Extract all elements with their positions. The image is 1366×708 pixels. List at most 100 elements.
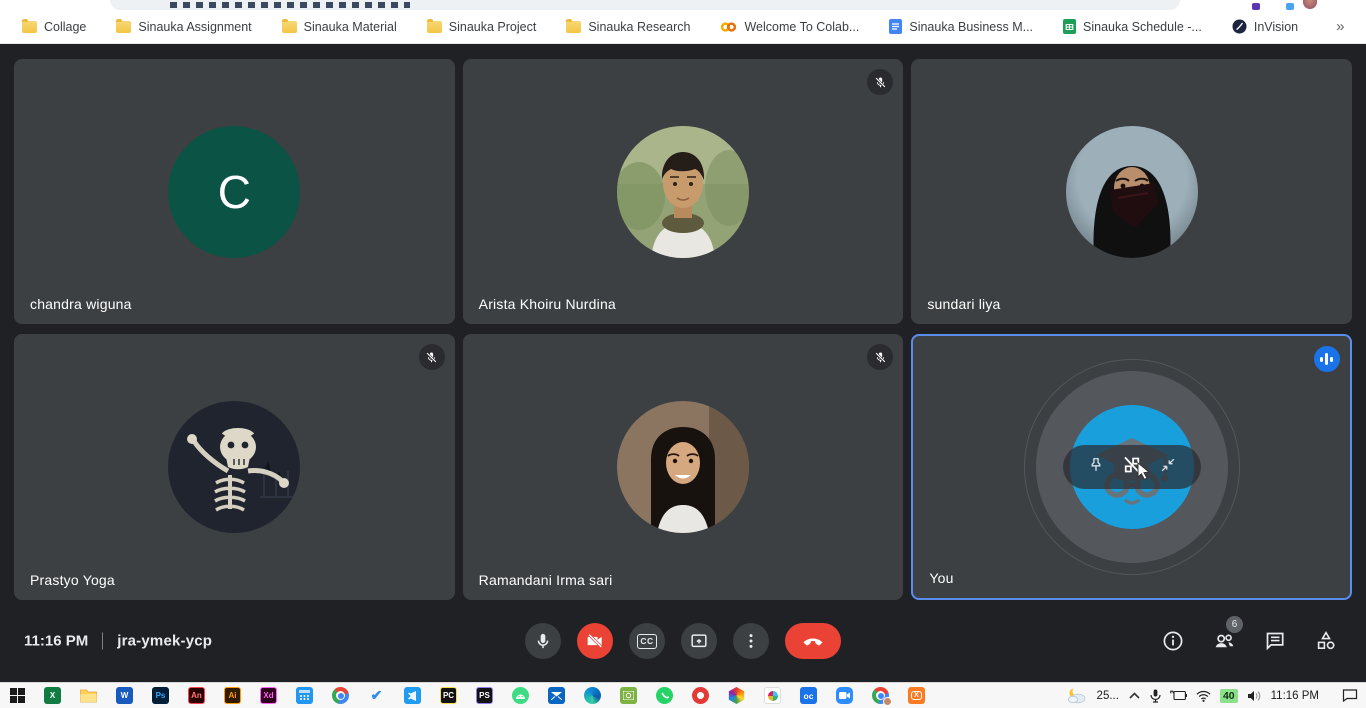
system-tray: 25... 40 11:16 PM xyxy=(1066,687,1362,704)
participant-name: Ramandani Irma sari xyxy=(479,572,613,588)
phpstorm-icon[interactable]: PS xyxy=(476,687,493,704)
bookmark-label: Sinauka Research xyxy=(588,20,690,34)
folder-icon xyxy=(427,21,442,33)
owncloud-icon[interactable]: oc xyxy=(800,687,817,704)
bookmark-sinauka-assignment[interactable]: Sinauka Assignment xyxy=(116,20,251,34)
participant-name: chandra wiguna xyxy=(30,296,132,312)
camera-off-button[interactable] xyxy=(577,623,613,659)
meet-panel-buttons: 6 xyxy=(1161,629,1338,653)
invision-icon xyxy=(1232,19,1247,34)
camtasia-icon[interactable] xyxy=(692,687,709,704)
avatar-photo xyxy=(168,401,300,533)
address-bar[interactable] xyxy=(110,0,1180,10)
tile-hover-actions xyxy=(1063,445,1201,489)
file-explorer-icon[interactable] xyxy=(80,687,97,704)
pin-tile-button[interactable] xyxy=(1086,455,1106,480)
extension-icon[interactable] xyxy=(1252,3,1260,10)
edge-icon[interactable] xyxy=(584,687,601,704)
bookmark-label: Sinauka Material xyxy=(304,20,397,34)
end-call-button[interactable] xyxy=(785,623,841,659)
taskbar-clock[interactable]: 11:16 PM xyxy=(1271,690,1319,702)
mic-muted-badge xyxy=(867,344,893,370)
mail-icon[interactable] xyxy=(548,687,565,704)
more-options-button[interactable] xyxy=(733,623,769,659)
meet-app: C chandra wiguna xyxy=(0,44,1366,682)
android-emulator-icon[interactable] xyxy=(512,687,529,704)
mic-button[interactable] xyxy=(525,623,561,659)
vscode-icon[interactable] xyxy=(404,687,421,704)
avatar-photo xyxy=(617,126,749,258)
meeting-details-button[interactable] xyxy=(1161,629,1185,653)
action-center-icon[interactable] xyxy=(1342,689,1358,702)
bookmark-sinauka-material[interactable]: Sinauka Material xyxy=(282,20,397,34)
folder-icon xyxy=(282,21,297,33)
participants-count-badge: 6 xyxy=(1226,616,1243,633)
captions-button[interactable]: CC xyxy=(629,623,665,659)
participant-name: sundari liya xyxy=(927,296,1000,312)
video-tile-you[interactable]: You xyxy=(911,334,1352,600)
bookmark-welcome-to-colab[interactable]: Welcome To Colab... xyxy=(720,20,859,34)
bookmarks-overflow-chevron[interactable]: » xyxy=(1336,18,1344,35)
chat-button[interactable] xyxy=(1263,629,1287,653)
mic-muted-badge xyxy=(419,344,445,370)
video-tile-prastyo[interactable]: Prastyo Yoga xyxy=(14,334,455,600)
folder-icon xyxy=(22,21,37,33)
weather-icon[interactable] xyxy=(1066,687,1088,704)
present-button[interactable] xyxy=(681,623,717,659)
bookmark-label: Collage xyxy=(44,20,86,34)
tray-expand-chevron-icon[interactable] xyxy=(1128,691,1141,700)
video-tile-chandra[interactable]: C chandra wiguna xyxy=(14,59,455,324)
adobe-xd-icon[interactable]: Xd xyxy=(260,687,277,704)
video-tile-ramandani[interactable]: Ramandani Irma sari xyxy=(463,334,904,600)
video-tile-arista[interactable]: Arista Khoiru Nurdina xyxy=(463,59,904,324)
tray-microphone-icon[interactable] xyxy=(1150,689,1161,703)
audio-active-badge xyxy=(1314,346,1340,372)
bookmark-label: InVision xyxy=(1254,20,1298,34)
excel-icon[interactable]: X xyxy=(44,687,61,704)
mic-muted-badge xyxy=(867,69,893,95)
slack-icon[interactable] xyxy=(764,687,781,704)
bookmark-collage[interactable]: Collage xyxy=(22,20,86,34)
avatar-letter: C xyxy=(218,165,251,219)
browser-profile-avatar[interactable] xyxy=(1303,0,1317,9)
meeting-time: 11:16 PM xyxy=(24,633,88,650)
extension-icon-2[interactable] xyxy=(1286,3,1294,10)
check-app-icon[interactable]: ✔ xyxy=(368,687,385,704)
video-tile-sundari[interactable]: sundari liya xyxy=(911,59,1352,324)
participant-name: Prastyo Yoga xyxy=(30,572,115,588)
word-icon[interactable]: W xyxy=(116,687,133,704)
hexagon-app-icon[interactable] xyxy=(728,687,745,704)
participants-button[interactable]: 6 xyxy=(1212,629,1236,653)
calendar-app-icon[interactable] xyxy=(296,687,313,704)
photoshop-icon[interactable]: Ps xyxy=(152,687,169,704)
bookmark-invision[interactable]: InVision xyxy=(1232,19,1298,34)
illustrator-icon[interactable]: Ai xyxy=(224,687,241,704)
divider xyxy=(102,633,103,650)
bookmark-sinauka-schedule[interactable]: Sinauka Schedule -... xyxy=(1063,19,1202,34)
meeting-code: jra-ymek-ycp xyxy=(117,633,212,650)
bookmark-sinauka-project[interactable]: Sinauka Project xyxy=(427,20,537,34)
zoom-icon[interactable] xyxy=(836,687,853,704)
pycharm-icon[interactable]: PC xyxy=(440,687,457,704)
battery-icon[interactable] xyxy=(1170,690,1187,701)
chrome-icon[interactable] xyxy=(332,687,349,704)
bookmark-label: Welcome To Colab... xyxy=(744,20,859,34)
battery-percent-badge[interactable]: 40 xyxy=(1220,689,1238,703)
activities-button[interactable] xyxy=(1314,629,1338,653)
chrome-profile-icon[interactable] xyxy=(872,687,889,704)
volume-icon[interactable] xyxy=(1247,690,1262,702)
animate-icon[interactable]: An xyxy=(188,687,205,704)
mouse-cursor xyxy=(1137,462,1151,485)
bookmark-sinauka-research[interactable]: Sinauka Research xyxy=(566,20,690,34)
meet-bottom-bar: 11:16 PM jra-ymek-ycp CC 6 xyxy=(0,600,1366,682)
xampp-icon[interactable]: X xyxy=(908,687,925,704)
folder-icon xyxy=(566,21,581,33)
minimize-tile-button[interactable] xyxy=(1158,455,1178,480)
wifi-icon[interactable] xyxy=(1196,690,1211,702)
bookmark-sinauka-business[interactable]: Sinauka Business M... xyxy=(889,19,1033,34)
start-button[interactable] xyxy=(10,688,25,703)
google-sheets-icon xyxy=(1063,19,1076,34)
weather-temp[interactable]: 25... xyxy=(1097,690,1119,702)
whatsapp-icon[interactable] xyxy=(656,687,673,704)
camera-app-icon[interactable] xyxy=(620,687,637,704)
